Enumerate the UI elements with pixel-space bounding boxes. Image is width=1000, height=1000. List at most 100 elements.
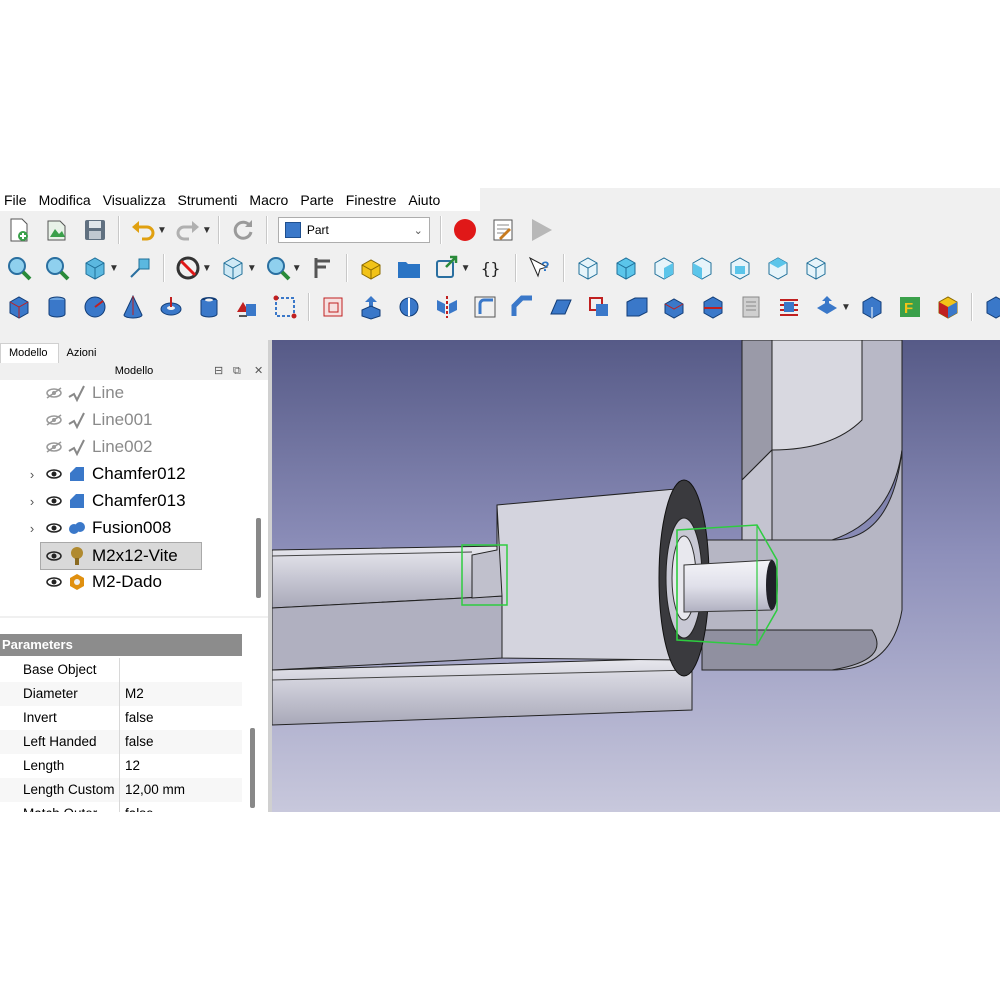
tree-item[interactable]: Line xyxy=(0,380,124,406)
hidden-eye-icon[interactable] xyxy=(45,386,63,400)
measure-icon[interactable] xyxy=(310,255,336,281)
extrude-icon[interactable] xyxy=(358,294,384,320)
property-group-header[interactable]: Parameters xyxy=(0,634,242,656)
draw-style-dropdown-icon[interactable]: ▼ xyxy=(109,263,119,274)
menu-file[interactable]: File xyxy=(0,192,35,208)
new-document-icon[interactable] xyxy=(6,217,32,243)
property-row[interactable]: Left Handed false xyxy=(0,730,242,754)
view-axo-icon[interactable] xyxy=(803,255,829,281)
stereo-icon[interactable] xyxy=(127,255,153,281)
menu-finestre[interactable]: Finestre xyxy=(342,192,405,208)
zoom-icon[interactable] xyxy=(265,255,291,281)
thickness-dropdown-icon[interactable]: ▼ xyxy=(841,302,851,313)
tree-item-selected[interactable]: M2x12-Vite xyxy=(40,542,202,570)
cross-sections-icon[interactable] xyxy=(738,294,764,320)
property-row[interactable]: Length Custom 12,00 mm xyxy=(0,778,242,802)
link-icon[interactable] xyxy=(434,255,460,281)
sweep-icon[interactable] xyxy=(662,294,688,320)
undo-icon[interactable] xyxy=(130,217,156,243)
eye-icon[interactable] xyxy=(45,575,63,589)
tree-item[interactable]: Line002 xyxy=(0,434,153,460)
primitives-icon[interactable] xyxy=(234,294,260,320)
play-macro-icon[interactable] xyxy=(528,217,554,243)
expand-arrow-icon[interactable]: › xyxy=(22,494,42,509)
clipping-dropdown-icon[interactable]: ▼ xyxy=(202,263,212,274)
revolve-icon[interactable] xyxy=(396,294,422,320)
menu-modifica[interactable]: Modifica xyxy=(35,192,99,208)
eye-icon[interactable] xyxy=(45,521,63,535)
view-front-icon[interactable] xyxy=(575,255,601,281)
tab-modello[interactable]: Modello xyxy=(0,343,59,363)
redo-icon[interactable] xyxy=(175,217,201,243)
view-dropdown-icon[interactable]: ▼ xyxy=(247,263,257,274)
property-value[interactable]: false xyxy=(120,730,154,754)
chamfer-icon[interactable] xyxy=(510,294,536,320)
menu-macro[interactable]: Macro xyxy=(245,192,296,208)
eye-icon[interactable] xyxy=(45,549,63,563)
zoom-dropdown-icon[interactable]: ▼ xyxy=(292,263,302,274)
workbench-selector[interactable]: Part ⌄ xyxy=(277,217,430,243)
fit-all-icon[interactable] xyxy=(6,255,32,281)
tab-azioni[interactable]: Azioni xyxy=(59,344,107,363)
close-icon[interactable]: ✕ xyxy=(254,363,263,380)
create-group-icon[interactable] xyxy=(396,255,422,281)
expand-arrow-icon[interactable]: › xyxy=(22,521,42,536)
link-dropdown-icon[interactable]: ▼ xyxy=(461,263,471,274)
draw-style-icon[interactable] xyxy=(82,255,108,281)
eye-icon[interactable] xyxy=(45,467,63,481)
view-top-icon[interactable] xyxy=(613,255,639,281)
cone-icon[interactable] xyxy=(120,294,146,320)
property-scrollbar[interactable] xyxy=(250,728,255,808)
3d-viewport[interactable] xyxy=(272,340,1000,812)
loft-icon[interactable] xyxy=(624,294,650,320)
view-left-icon[interactable] xyxy=(765,255,791,281)
part-from-mesh-icon[interactable] xyxy=(320,294,346,320)
property-value[interactable]: false xyxy=(120,802,154,812)
boolean-icon[interactable] xyxy=(983,294,1000,320)
mirror-icon[interactable] xyxy=(434,294,460,320)
hidden-eye-icon[interactable] xyxy=(45,413,63,427)
menu-aiuto[interactable]: Aiuto xyxy=(404,192,448,208)
view-bottom-icon[interactable] xyxy=(727,255,753,281)
tree-item[interactable]: Line001 xyxy=(0,407,153,433)
property-row[interactable]: Invert false xyxy=(0,706,242,730)
float-icon[interactable]: ⧉ xyxy=(233,363,241,380)
box-icon[interactable] xyxy=(6,294,32,320)
tree-item[interactable]: M2-Dado xyxy=(0,569,162,595)
sphere-icon[interactable] xyxy=(82,294,108,320)
shape-builder-icon[interactable] xyxy=(272,294,298,320)
attachment-icon[interactable]: F xyxy=(897,294,923,320)
property-value[interactable] xyxy=(120,658,125,682)
property-value[interactable]: false xyxy=(120,706,154,730)
undo-dropdown-icon[interactable]: ▼ xyxy=(157,225,167,236)
record-macro-icon[interactable] xyxy=(452,217,478,243)
save-icon[interactable] xyxy=(82,217,108,243)
tree-scrollbar[interactable] xyxy=(256,518,261,598)
macro-edit-icon[interactable] xyxy=(490,217,516,243)
menu-strumenti[interactable]: Strumenti xyxy=(173,192,245,208)
property-row[interactable]: Diameter M2 xyxy=(0,682,242,706)
view-right-icon[interactable] xyxy=(651,255,677,281)
variable-set-icon[interactable]: {} xyxy=(479,255,505,281)
thickness-icon[interactable] xyxy=(814,294,840,320)
whats-this-icon[interactable]: ? xyxy=(527,255,553,281)
create-part-icon[interactable] xyxy=(358,255,384,281)
redo-dropdown-icon[interactable]: ▼ xyxy=(202,225,212,236)
tree-item[interactable]: › Chamfer012 xyxy=(0,461,186,487)
view-rear-icon[interactable] xyxy=(689,255,715,281)
offset-icon[interactable] xyxy=(776,294,802,320)
projection-icon[interactable] xyxy=(859,294,885,320)
property-value[interactable]: M2 xyxy=(120,682,144,706)
make-face-icon[interactable] xyxy=(548,294,574,320)
dock-icon[interactable]: ⊟ xyxy=(214,363,223,380)
ruled-surface-icon[interactable] xyxy=(586,294,612,320)
refresh-icon[interactable] xyxy=(230,217,256,243)
expand-arrow-icon[interactable]: › xyxy=(22,467,42,482)
cylinder-icon[interactable] xyxy=(44,294,70,320)
open-document-icon[interactable] xyxy=(44,217,70,243)
fillet-icon[interactable] xyxy=(472,294,498,320)
fit-selection-icon[interactable] xyxy=(44,255,70,281)
property-value[interactable]: 12 xyxy=(120,754,140,778)
tree-item[interactable]: › Fusion008 xyxy=(0,515,172,541)
section-icon[interactable] xyxy=(700,294,726,320)
